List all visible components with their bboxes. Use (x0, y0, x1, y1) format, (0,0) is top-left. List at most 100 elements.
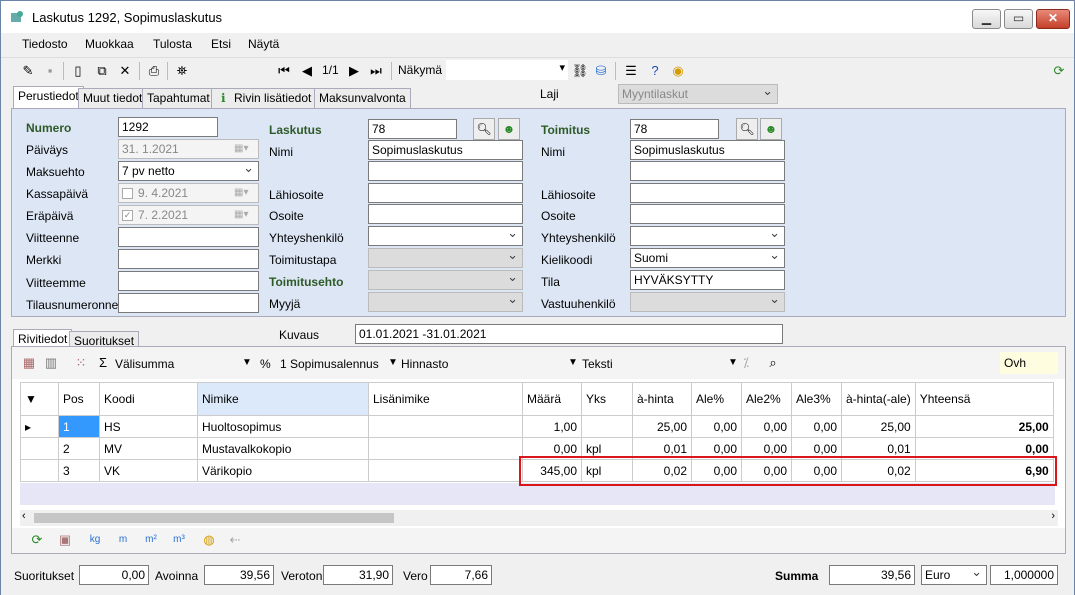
col-a-hinta-ale[interactable]: à-hinta(-ale) (841, 382, 916, 416)
first-record-icon[interactable]: ⏮ (275, 62, 293, 80)
erapaiva-field[interactable]: ✓ 7. 2.2021 ▦▾ (118, 205, 259, 225)
veroton-field[interactable]: 31,90 (323, 565, 393, 585)
print-icon[interactable]: ⎙ (145, 62, 163, 80)
square-meter-icon[interactable]: m² (142, 531, 160, 549)
edit-icon[interactable]: ✎ (19, 62, 37, 80)
customer-icon[interactable]: ☻ (760, 118, 782, 140)
dropdown-arrow-icon[interactable]: ▼ (242, 357, 252, 368)
cell-ale3[interactable]: 0,00 (791, 415, 842, 438)
erapaiva-checkbox[interactable]: ✓ (122, 210, 133, 222)
laji-select[interactable]: Myyntilaskut (618, 84, 778, 104)
col-yks[interactable]: Yks (581, 382, 633, 416)
row-selector[interactable]: ▸ (20, 415, 59, 438)
cell-ale2[interactable]: 0,00 (741, 415, 792, 438)
col-nimike[interactable]: Nimike (197, 382, 369, 416)
meter-icon[interactable]: m (114, 531, 132, 549)
tab-tapahtumat[interactable]: Tapahtumat (142, 88, 215, 108)
avoinna-field[interactable]: 39,56 (204, 565, 274, 585)
view-select[interactable]: ▾ (446, 60, 568, 80)
search-icon[interactable]: 🔍︎ (736, 118, 758, 140)
kassapaiva-checkbox[interactable] (122, 188, 133, 200)
laskutus-osoite-field[interactable] (368, 204, 523, 224)
cubic-meter-icon[interactable]: m³ (170, 531, 188, 549)
horizontal-scrollbar[interactable]: ‹ › (20, 510, 1058, 526)
col-yhteensa[interactable]: Yhteensä (914, 382, 1054, 416)
calendar-icon[interactable]: ▦▾ (234, 208, 256, 222)
kielikoodi-select[interactable]: Suomi (630, 248, 785, 268)
boxes-icon[interactable]: ▦ (20, 354, 38, 372)
cell-lisanimike[interactable] (368, 459, 523, 482)
scroll-right-icon[interactable]: › (1051, 510, 1055, 522)
delete-icon[interactable]: ✕ (116, 62, 134, 80)
col-ale[interactable]: Ale% (691, 382, 742, 416)
paivays-field[interactable]: 31. 1.2021 ▦▾ (118, 139, 259, 159)
kuvaus-field[interactable]: 01.01.2021 -31.01.2021 (355, 324, 783, 344)
menu-tiedosto[interactable]: Tiedosto (22, 37, 68, 51)
suoritukset-field[interactable]: 0,00 (79, 565, 149, 585)
numero-field[interactable]: 1292 (118, 117, 218, 137)
cell-lisanimike[interactable] (368, 437, 523, 460)
laskutus-field[interactable]: 78 (368, 119, 457, 139)
scroll-left-icon[interactable]: ‹ (22, 510, 26, 522)
toimitustapa-select[interactable] (368, 248, 523, 268)
save-icon[interactable]: ▪ (41, 62, 59, 80)
money-icon[interactable]: ◍ (200, 531, 218, 549)
table-row[interactable]: ▸ 1 HS Huoltosopimus 1,00 25,00 0,00 0,0… (20, 415, 1054, 438)
menu-muokkaa[interactable]: Muokkaa (85, 37, 134, 51)
maximize-button[interactable]: ▭ (1004, 9, 1033, 29)
menu-tulosta[interactable]: Tulosta (153, 37, 192, 51)
tab-perustiedot[interactable]: Perustiedot (13, 86, 84, 108)
import-icon[interactable]: ⇠ (226, 531, 244, 549)
valisumma-select[interactable]: Välisumma (115, 357, 174, 371)
viitteemme-field[interactable] (118, 271, 259, 291)
tab-muut-tiedot[interactable]: Muut tiedot (78, 88, 148, 108)
tila-field[interactable]: HYVÄKSYTTY (630, 270, 785, 290)
menu-nayta[interactable]: Näytä (248, 37, 279, 51)
calendar-icon[interactable]: ▦▾ (234, 142, 256, 156)
teksti-select[interactable]: Teksti (582, 357, 613, 371)
columns-icon[interactable]: ▥ (42, 354, 60, 372)
cell-nimike[interactable]: Mustavalkokopio (197, 437, 369, 460)
cell-pos[interactable]: 3 (58, 459, 100, 482)
cell-koodi[interactable]: MV (99, 437, 198, 460)
toimitus-lahiosoite-field[interactable] (630, 183, 785, 203)
sum-icon[interactable]: Σ (94, 354, 112, 372)
vastuu-select[interactable] (630, 292, 785, 312)
box-icon[interactable]: ▣ (56, 531, 74, 549)
col-pos[interactable]: Pos (58, 382, 100, 416)
toimitus-nimi-field[interactable]: Sopimuslaskutus (630, 140, 785, 160)
search-icon[interactable]: ⌕ (764, 354, 782, 372)
kassapaiva-field[interactable]: 9. 4.2021 ▦▾ (118, 183, 259, 203)
merkki-field[interactable] (118, 249, 259, 269)
discount-icon[interactable]: ⁒ (737, 354, 755, 372)
col-koodi[interactable]: Koodi (99, 382, 198, 416)
search-binoculars-icon[interactable]: ⛯ (173, 62, 191, 80)
cell-koodi[interactable]: VK (99, 459, 198, 482)
link-icon[interactable]: ⛓ (571, 62, 589, 80)
scroll-thumb[interactable] (34, 513, 394, 523)
tab-maksunvalvonta[interactable]: Maksunvalvonta (314, 88, 411, 108)
kg-icon[interactable]: kg (86, 531, 104, 549)
laskutus-nimi-field[interactable]: Sopimuslaskutus (368, 140, 523, 160)
grid-icon[interactable]: ⁙ (72, 354, 90, 372)
copy-icon[interactable]: ⧉ (93, 62, 111, 80)
pot-icon[interactable]: ◉ (669, 62, 687, 80)
cell-lisanimike[interactable] (368, 415, 523, 438)
col-maara[interactable]: Määrä (522, 382, 582, 416)
list-icon[interactable]: ☰ (622, 62, 640, 80)
cell-a-hinta[interactable]: 25,00 (632, 415, 692, 438)
previous-record-icon[interactable]: ◀ (298, 62, 316, 80)
minimize-button[interactable]: ▁ (972, 9, 1001, 29)
last-record-icon[interactable]: ⏭ (367, 62, 385, 80)
cell-ale[interactable]: 0,00 (691, 415, 742, 438)
alennus-select[interactable]: 1 Sopimusalennus (280, 357, 379, 371)
currency-select[interactable]: Euro (921, 565, 987, 585)
cell-a-hinta-ale[interactable]: 25,00 (841, 415, 916, 438)
customer-icon[interactable]: ☻ (498, 118, 520, 140)
laskutus-lahiosoite-field[interactable] (368, 183, 523, 203)
cell-yks[interactable] (581, 415, 633, 438)
row-selector[interactable] (20, 459, 59, 482)
database-icon[interactable]: ⛁ (592, 62, 610, 80)
help-icon[interactable]: ? (646, 62, 664, 80)
percent-button[interactable]: % (260, 357, 271, 371)
